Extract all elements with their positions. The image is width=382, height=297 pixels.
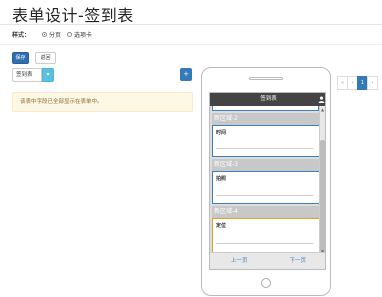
section-header[interactable]: 新区域-3: [212, 159, 320, 171]
save-button[interactable]: 保存: [12, 52, 29, 64]
page-title: 表单设计-签到表: [12, 6, 134, 25]
field-input-line[interactable]: [216, 195, 313, 196]
field-card[interactable]: 时间: [212, 125, 320, 157]
scrollbar-thumb[interactable]: [320, 140, 325, 252]
prev-page-button[interactable]: 上一页: [210, 253, 269, 269]
next-page-button[interactable]: 下一页: [269, 253, 326, 269]
style-option-row: 样式： 分页 选项卡: [12, 30, 92, 39]
style-label: 样式：: [12, 32, 31, 39]
field-card-partial[interactable]: [212, 106, 319, 111]
chevron-down-icon[interactable]: ▾: [42, 68, 54, 82]
back-button[interactable]: 返回: [35, 52, 56, 64]
title-divider: [0, 24, 382, 25]
field-label: 时间: [216, 130, 227, 136]
form-select[interactable]: 签到表: [12, 68, 42, 82]
form-header-title: 签到表: [260, 96, 277, 102]
home-button-icon: [261, 278, 271, 288]
next-page-icon[interactable]: ›: [367, 76, 378, 90]
field-card[interactable]: 拍照: [212, 171, 320, 204]
user-icon[interactable]: [318, 96, 325, 103]
form-body[interactable]: 新区域-2 时间 新区域-3 拍照 新区域-4 定位: [210, 106, 321, 254]
info-alert: 该表中字段已全部显示在表单中。: [12, 92, 193, 112]
radio-unchecked-icon[interactable]: [67, 32, 73, 37]
radio-checked-icon[interactable]: [42, 32, 48, 37]
phone-screen: 签到表 新区域-2 时间 新区域-3 拍照 新区域-4 定位 ▲ ▼ 上一页 下…: [209, 92, 326, 270]
add-field-button[interactable]: +: [180, 68, 192, 81]
scroll-up-icon[interactable]: ▲: [321, 107, 324, 112]
field-label: 定位: [216, 223, 227, 229]
phone-pager: 上一页 下一页: [210, 252, 326, 269]
radio-label-tabs: 选项卡: [74, 32, 93, 39]
radio-option-tabs[interactable]: 选项卡: [67, 30, 92, 39]
field-input-line[interactable]: [216, 148, 313, 149]
field-input-line[interactable]: [216, 243, 313, 244]
scrollbar[interactable]: ▲ ▼: [319, 106, 325, 254]
radio-label-paged: 分页: [49, 32, 62, 39]
phone-speaker: [249, 77, 283, 80]
radio-option-paged[interactable]: 分页: [42, 30, 61, 39]
pagination: « ‹ 1 ›: [337, 76, 378, 90]
section-header[interactable]: 新区域-2: [212, 113, 320, 125]
field-card-active[interactable]: 定位: [212, 218, 320, 254]
form-header: 签到表: [210, 93, 325, 106]
field-label: 拍照: [216, 176, 227, 182]
section-header[interactable]: 新区域-4: [212, 206, 320, 218]
options-divider: [0, 44, 382, 45]
